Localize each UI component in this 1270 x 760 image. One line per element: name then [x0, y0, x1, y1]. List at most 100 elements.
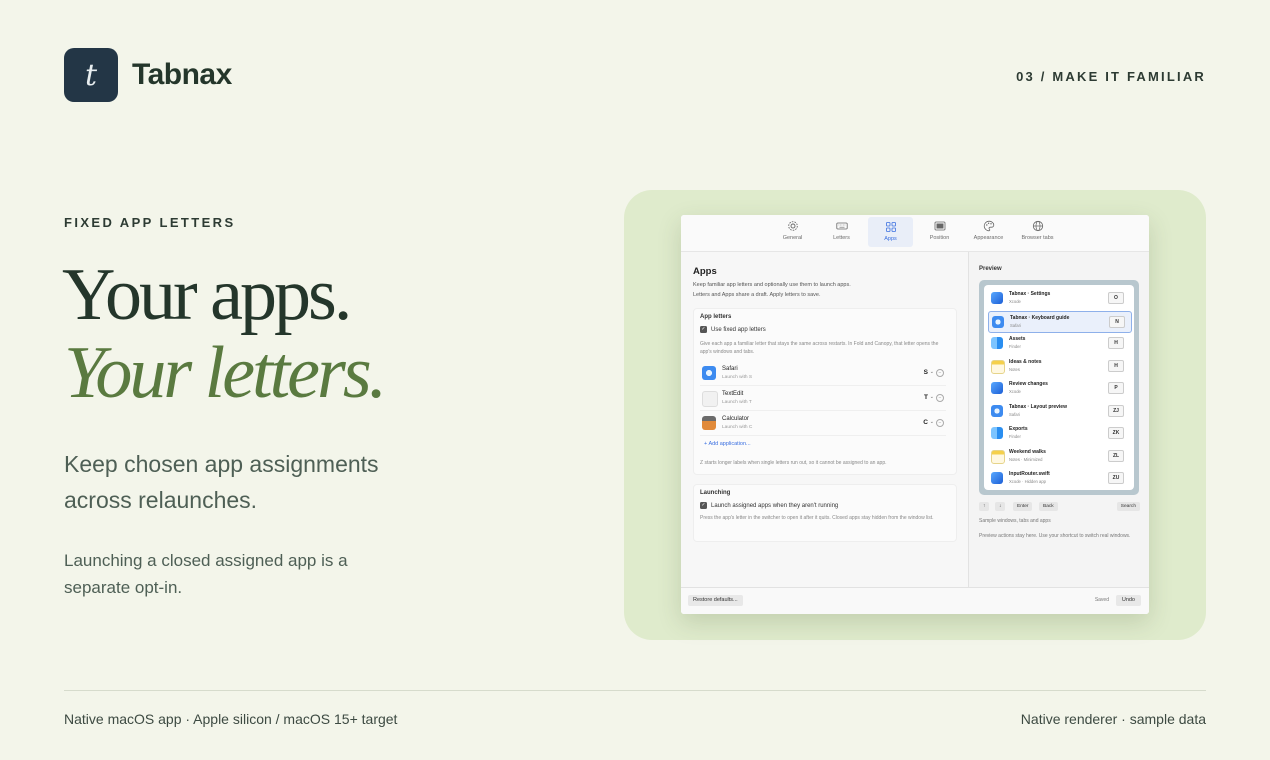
- preview-item-name: Weekend walks: [1009, 448, 1046, 455]
- launching-card: Launching ✓ Launch assigned apps when th…: [693, 484, 957, 542]
- tab-label: Appearance: [973, 235, 1004, 241]
- remove-icon[interactable]: −: [936, 419, 944, 427]
- globe-icon: [1032, 220, 1043, 232]
- preview-item[interactable]: Exports Finder ZK: [988, 423, 1130, 443]
- preview-item-name: Review changes: [1009, 381, 1048, 387]
- up-key-button[interactable]: ↑: [979, 502, 990, 511]
- tab-browser-tabs[interactable]: Browser tabs: [1015, 215, 1060, 251]
- chevron-down-icon[interactable]: ⌄: [930, 419, 934, 425]
- window-icon: [934, 221, 945, 231]
- enter-key-button[interactable]: Enter: [1013, 502, 1033, 511]
- tab-label: Position: [929, 235, 950, 241]
- preview-item[interactable]: Weekend walks Notes · Minimized ZL: [988, 446, 1130, 466]
- app-logo-icon: t: [64, 48, 118, 102]
- preview-item[interactable]: Tabnax · Layout preview Safari ZJ: [988, 401, 1130, 421]
- app-row-calculator[interactable]: Calculator Launch with C C ⌄ −: [700, 411, 946, 436]
- lead-text: Keep chosen app assignments across relau…: [64, 451, 379, 513]
- app-row-textedit[interactable]: TextEdit Launch with T T ⌄ −: [700, 386, 946, 411]
- app-name: Safari: [722, 366, 738, 372]
- preview-item[interactable]: Ideas & notes Notes H: [988, 356, 1130, 376]
- preview-item-app: Xcode: [1009, 299, 1021, 304]
- apps-settings-pane: Apps Keep familiar app letters and optio…: [681, 252, 968, 587]
- app-subtitle: Launch with C: [722, 425, 753, 430]
- preview-item-name: Tabnax · Settings: [1009, 291, 1051, 297]
- checkmark-icon: ✓: [700, 326, 707, 333]
- chevron-down-icon[interactable]: ⌄: [930, 394, 934, 400]
- letter-select[interactable]: T: [924, 394, 928, 401]
- preview-item-key: H: [1108, 359, 1124, 372]
- palette-icon: [983, 220, 994, 232]
- xcode-icon: [991, 292, 1003, 304]
- launch-assigned-apps-checkbox[interactable]: ✓ Launch assigned apps when they aren't …: [700, 502, 838, 509]
- preview-pane: Preview Tabnax · Settings Xcode O Tabnax · …: [968, 252, 1149, 587]
- textedit-icon: [702, 391, 718, 407]
- preview-item-key: ZJ: [1108, 404, 1124, 417]
- checkmark-icon: ✓: [700, 502, 707, 509]
- back-key-button[interactable]: Back: [1039, 502, 1058, 511]
- tab-apps[interactable]: Apps: [868, 217, 913, 247]
- app-name: Calculator: [722, 416, 750, 422]
- letter-select[interactable]: S: [924, 369, 928, 376]
- search-key-button[interactable]: Search: [1116, 502, 1140, 511]
- undo-button[interactable]: Undo: [1115, 595, 1141, 606]
- footnote: Z starts longer labels when single lette…: [700, 460, 887, 466]
- tab-appearance[interactable]: Appearance: [966, 215, 1011, 251]
- safari-icon: [992, 315, 1004, 328]
- keyboard-icon: [835, 222, 848, 230]
- remove-icon[interactable]: −: [936, 394, 944, 402]
- step-label: 03 / MAKE IT FAMILIAR: [1016, 69, 1206, 84]
- preview-item-app: Finder: [1009, 344, 1021, 349]
- headline-line-1: Your apps.: [62, 254, 352, 336]
- app-name: TextEdit: [722, 391, 744, 397]
- tab-letters[interactable]: Letters: [819, 215, 864, 251]
- preview-item-name: Tabnax · Layout preview: [1009, 403, 1067, 410]
- app-subtitle: Launch with T: [722, 400, 752, 405]
- preview-item[interactable]: Tabnax · Settings Xcode O: [988, 288, 1130, 308]
- remove-icon[interactable]: −: [936, 369, 944, 377]
- restore-defaults-button[interactable]: Restore defaults...: [688, 595, 743, 606]
- tab-label: Browser tabs: [1021, 235, 1054, 241]
- preview-item-app: Notes · Minimized: [1009, 456, 1043, 462]
- calculator-icon: [702, 416, 716, 430]
- tab-position[interactable]: Position: [917, 215, 962, 251]
- add-application-label: Add application...: [708, 441, 751, 447]
- letter-select[interactable]: C: [923, 419, 928, 426]
- preview-item[interactable]: InputRouter.swift Xcode · Hidden app ZU: [988, 468, 1130, 488]
- preview-switcher: Tabnax · Settings Xcode O Tabnax · Keyboard…: [979, 280, 1139, 495]
- preview-item-app: Xcode: [1009, 389, 1021, 394]
- tab-label: Letters: [833, 235, 850, 241]
- preview-item-key: ZU: [1108, 472, 1124, 484]
- checkbox-label: Launch assigned apps when they aren't ru…: [711, 502, 839, 509]
- note-text: Launching a closed assigned app is a sep…: [64, 551, 348, 597]
- tab-general[interactable]: General: [770, 215, 815, 251]
- preview-list: Tabnax · Settings Xcode O Tabnax · Keyboard…: [984, 285, 1134, 490]
- notes-icon: [991, 449, 1005, 464]
- brand: t Tabnax: [64, 48, 232, 102]
- grid-icon: [885, 222, 896, 232]
- pane-description: Keep familiar app letters and optionally…: [693, 280, 953, 300]
- preview-item-key: ZL: [1108, 449, 1124, 462]
- bottom-bar: Restore defaults... Saved Undo: [681, 587, 1149, 614]
- card-title: App letters: [700, 314, 732, 320]
- add-application-button[interactable]: + Add application...: [704, 441, 751, 447]
- preview-item[interactable]: Tabnax · Keyboard guide Safari N: [988, 310, 1132, 333]
- preview-item[interactable]: Review changes Xcode P: [988, 378, 1130, 398]
- preview-item[interactable]: Assets Finder H: [988, 333, 1130, 353]
- down-key-button[interactable]: ↓: [995, 502, 1006, 511]
- preview-item-name: Exports: [1009, 426, 1028, 432]
- app-letters-card: App letters ✓ Use fixed app letters Give…: [693, 308, 957, 475]
- notes-icon: [991, 359, 1005, 374]
- finder-icon: [991, 337, 1003, 349]
- gear-icon: [787, 221, 798, 231]
- use-fixed-letters-checkbox[interactable]: ✓ Use fixed app letters: [700, 326, 766, 333]
- preview-item-app: Xcode · Hidden app: [1009, 479, 1047, 484]
- app-row-safari[interactable]: Safari Launch with S S ⌄ −: [700, 361, 946, 386]
- actions-note: Preview actions stay here. Use your shor…: [979, 533, 1131, 539]
- preview-item-app: Safari: [1009, 411, 1020, 417]
- preview-item-name: Assets: [1009, 336, 1026, 342]
- preview-item-name: Ideas & notes: [1009, 358, 1042, 365]
- chevron-down-icon[interactable]: ⌄: [930, 369, 934, 375]
- saved-status: Saved: [1094, 597, 1109, 603]
- preview-item-app: Finder: [1009, 434, 1021, 439]
- card-title: Launching: [700, 490, 731, 496]
